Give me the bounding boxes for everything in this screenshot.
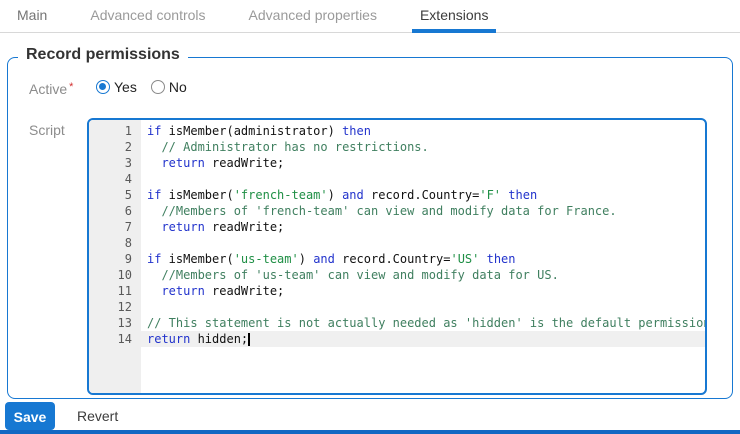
script-code-editor[interactable]: 1if isMember(administrator) then2 // Adm…: [87, 118, 707, 395]
code-text: if isMember(administrator) then: [141, 123, 705, 139]
radio-icon[interactable]: [151, 80, 165, 94]
fieldset-legend: Record permissions: [18, 46, 188, 64]
code-text: // Administrator has no restrictions.: [141, 139, 705, 155]
code-line: 2 // Administrator has no restrictions.: [89, 139, 705, 155]
radio-option-yes[interactable]: Yes: [96, 79, 137, 95]
line-number: 1: [89, 123, 141, 139]
code-line: 3 return readWrite;: [89, 155, 705, 171]
code-line: 12: [89, 299, 705, 315]
record-permissions-fieldset: Record permissions Active* YesNo Script …: [7, 57, 733, 399]
code-line: 4: [89, 171, 705, 187]
line-number: 2: [89, 139, 141, 155]
active-radio-group: Yes No: [96, 79, 201, 95]
radio-label: No: [169, 79, 187, 95]
save-button[interactable]: Save: [5, 402, 55, 430]
code-line: 11 return readWrite;: [89, 283, 705, 299]
tab-advanced-controls[interactable]: Advanced controls: [82, 0, 213, 32]
text-cursor: [248, 333, 250, 346]
code-text: [141, 171, 705, 187]
footer-accent-bar: [0, 430, 740, 434]
line-number: 11: [89, 283, 141, 299]
tab-bar: Main Advanced controls Advanced properties…: [0, 0, 740, 33]
code-line: 13// This statement is not actually need…: [89, 315, 705, 331]
code-line: 9if isMember('us-team') and record.Count…: [89, 251, 705, 267]
editor-lines: 1if isMember(administrator) then2 // Adm…: [89, 123, 705, 347]
radio-option-no[interactable]: No: [151, 79, 187, 95]
script-field-label: Script: [29, 122, 65, 138]
code-line: 8: [89, 235, 705, 251]
code-text: [141, 235, 705, 251]
code-text: if isMember('french-team') and record.Co…: [141, 187, 705, 203]
tab-extensions[interactable]: Extensions: [412, 0, 496, 32]
code-text: if isMember('us-team') and record.Countr…: [141, 251, 705, 267]
line-number: 12: [89, 299, 141, 315]
tab-advanced-properties[interactable]: Advanced properties: [241, 0, 385, 32]
line-number: 3: [89, 155, 141, 171]
code-text: [141, 299, 705, 315]
line-number: 14: [89, 331, 141, 347]
code-text: //Members of 'french-team' can view and …: [141, 203, 705, 219]
line-number: 8: [89, 235, 141, 251]
tab-main[interactable]: Main: [9, 0, 55, 32]
code-line: 7 return readWrite;: [89, 219, 705, 235]
code-line: 14return hidden;: [89, 331, 705, 347]
code-line: 5if isMember('french-team') and record.C…: [89, 187, 705, 203]
line-number: 4: [89, 171, 141, 187]
code-text: //Members of 'us-team' can view and modi…: [141, 267, 705, 283]
code-text: return readWrite;: [141, 283, 705, 299]
code-text: return readWrite;: [141, 155, 705, 171]
line-number: 9: [89, 251, 141, 267]
code-text: return readWrite;: [141, 219, 705, 235]
code-line: 10 //Members of 'us-team' can view and m…: [89, 267, 705, 283]
active-label-text: Active: [29, 81, 67, 97]
code-line: 1if isMember(administrator) then: [89, 123, 705, 139]
code-line: 6 //Members of 'french-team' can view an…: [89, 203, 705, 219]
line-number: 10: [89, 267, 141, 283]
active-field-label: Active*: [29, 81, 73, 97]
line-number: 5: [89, 187, 141, 203]
line-number: 13: [89, 315, 141, 331]
revert-button[interactable]: Revert: [77, 402, 118, 430]
line-number: 7: [89, 219, 141, 235]
required-asterisk: *: [69, 81, 73, 93]
code-text: // This statement is not actually needed…: [141, 315, 705, 331]
radio-icon[interactable]: [96, 80, 110, 94]
line-number: 6: [89, 203, 141, 219]
code-text: return hidden;: [141, 331, 705, 347]
radio-label: Yes: [114, 79, 137, 95]
